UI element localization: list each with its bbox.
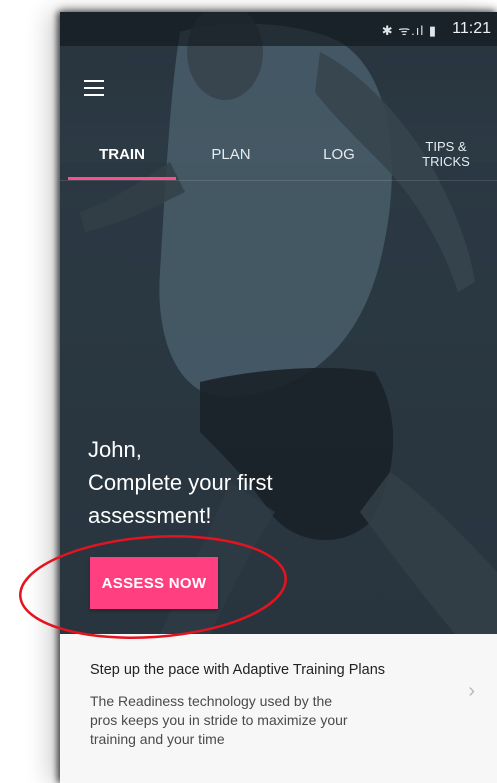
tab-log[interactable]: LOG <box>286 124 392 180</box>
tab-label: TRAIN <box>99 146 145 163</box>
card-body-line: pros keeps you in stride to maximize you… <box>90 712 348 728</box>
tab-label-line1: TIPS & <box>425 139 467 154</box>
status-time: 11:21 <box>452 20 491 37</box>
card-description: The Readiness technology used by the pro… <box>90 692 420 749</box>
status-bar: ✱ ᯤ.ıl ▮ 11:21 <box>60 12 497 46</box>
assessment-prompt: John, Complete your first assessment! <box>88 433 468 532</box>
tab-bar: TRAIN PLAN LOG TIPS & TRICKS <box>60 124 497 181</box>
card-body-line: training and your time <box>90 731 225 747</box>
tab-plan[interactable]: PLAN <box>178 124 284 180</box>
greeting-text: John, <box>88 437 142 462</box>
tab-tips-tricks[interactable]: TIPS & TRICKS <box>396 124 496 180</box>
tab-label: PLAN <box>211 146 251 163</box>
status-icons: ✱ ᯤ.ıl ▮ <box>381 23 437 38</box>
tab-train[interactable]: TRAIN <box>68 124 176 180</box>
runner-background-image <box>60 12 497 634</box>
prompt-line: Complete your first <box>88 470 273 495</box>
hamburger-menu-icon[interactable] <box>84 80 104 96</box>
tab-label: LOG <box>323 146 355 163</box>
tab-label-line2: TRICKS <box>422 154 470 169</box>
chevron-right-icon: › <box>468 680 475 702</box>
adaptive-plans-card[interactable]: Step up the pace with Adaptive Training … <box>60 634 497 783</box>
prompt-line: assessment! <box>88 503 212 528</box>
card-title: Step up the pace with Adaptive Training … <box>90 662 386 678</box>
hero-banner: ✱ ᯤ.ıl ▮ 11:21 TRAIN PLAN LOG TIPS & TRI… <box>60 12 497 634</box>
phone-screen: ✱ ᯤ.ıl ▮ 11:21 TRAIN PLAN LOG TIPS & TRI… <box>60 12 497 783</box>
tab-divider <box>60 180 497 181</box>
assess-now-button[interactable]: ASSESS NOW <box>90 557 218 609</box>
card-body-line: The Readiness technology used by the <box>90 693 333 709</box>
